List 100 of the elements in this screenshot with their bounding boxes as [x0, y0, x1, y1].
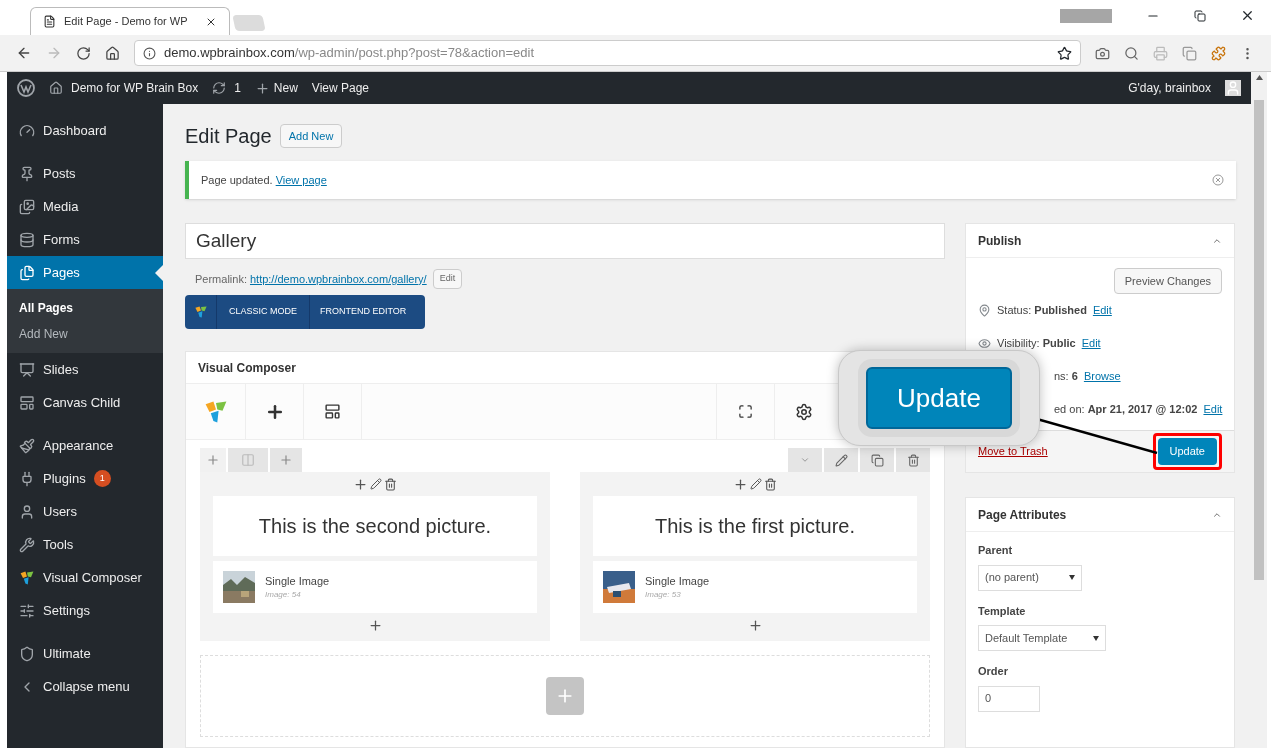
back-icon[interactable]	[16, 45, 32, 61]
sidebar-item[interactable]: Visual Composer	[7, 561, 163, 594]
template-select[interactable]: Default Template	[978, 625, 1106, 651]
add-icon[interactable]	[353, 476, 368, 492]
classic-mode-button[interactable]: CLASSIC MODE	[217, 295, 310, 329]
sidebar-item[interactable]: Dashboard	[7, 114, 163, 147]
sidebar-item[interactable]: Posts	[7, 157, 163, 190]
sidebar-item[interactable]: Collapse menu	[7, 670, 163, 703]
sidebar-item[interactable]: Ultimate	[7, 637, 163, 670]
layout-icon	[19, 394, 35, 411]
submenu-item[interactable]: Add New	[7, 321, 163, 347]
element-title: Single Image	[265, 573, 330, 589]
delete-icon[interactable]	[764, 477, 777, 491]
composer-logo-icon	[19, 569, 35, 586]
notice-text: Page updated. View page	[201, 172, 327, 188]
media-icon	[19, 198, 35, 215]
meta-link[interactable]: Edit	[1081, 335, 1101, 352]
preview-changes-button[interactable]: Preview Changes	[1113, 268, 1222, 294]
settings-icon[interactable]	[794, 402, 813, 421]
greeting-link[interactable]: G'day, brainbox	[1128, 79, 1211, 97]
dashboard-icon	[19, 122, 35, 139]
submenu-item[interactable]: All Pages	[7, 295, 163, 321]
database-icon	[19, 231, 35, 248]
sidebar-item[interactable]: Users	[7, 495, 163, 528]
pin-icon	[978, 304, 991, 317]
settings-icon	[19, 602, 35, 619]
count-badge: 1	[93, 470, 111, 487]
restore-icon[interactable]	[1194, 9, 1206, 22]
meta-text: ns: 6	[1054, 369, 1078, 385]
permalink-link[interactable]: http://demo.wpbrainbox.com/gallery/	[249, 270, 427, 288]
scroll-up-icon[interactable]	[1255, 75, 1263, 80]
address-field[interactable]: demo.wpbrainbox.com/wp-admin/post.php?post=78&action=edit	[134, 40, 1081, 66]
sidebar-item[interactable]: Plugins 1	[7, 462, 163, 495]
sidebar-item[interactable]: Pages	[7, 256, 163, 289]
sidebar-item[interactable]: Appearance	[7, 429, 163, 462]
new-link[interactable]: New	[254, 79, 298, 97]
element-caption: Image: 54	[265, 589, 302, 602]
view-page-link[interactable]: View Page	[311, 79, 369, 97]
bookmark-star-icon[interactable]	[1057, 45, 1072, 61]
field-label: Template	[978, 603, 1027, 619]
delete-icon[interactable]	[906, 453, 920, 467]
user-icon	[19, 503, 35, 520]
sidebar-item[interactable]: Settings	[7, 594, 163, 627]
order-field[interactable]: 0	[978, 685, 1040, 712]
update-button[interactable]: Update	[1157, 438, 1217, 465]
edit-icon[interactable]	[834, 453, 848, 467]
pages-icon	[19, 264, 35, 281]
reload-icon[interactable]	[76, 45, 91, 61]
sidebar-item[interactable]: Media	[7, 190, 163, 223]
sidebar-item[interactable]: Tools	[7, 528, 163, 561]
copy-icon[interactable]	[870, 453, 884, 467]
site-link[interactable]: Demo for WP Brain Box	[49, 79, 199, 97]
add-icon[interactable]	[367, 617, 383, 633]
meta-link[interactable]: Browse	[1083, 368, 1121, 385]
edit-button[interactable]: Edit	[432, 269, 463, 289]
shield-icon	[19, 645, 35, 662]
parent-select[interactable]: (no parent)	[978, 564, 1082, 591]
edit-icon[interactable]	[370, 478, 382, 490]
permalink-label: Permalink:	[195, 271, 247, 287]
url-text: demo.wpbrainbox.com/wp-admin/post.php?post=78&action=edit	[164, 44, 535, 63]
add-icon[interactable]	[733, 476, 748, 492]
browser-tab[interactable]: Edit Page - Demo for WP	[30, 7, 230, 35]
sidebar-item[interactable]: Forms	[7, 223, 163, 256]
dropdown-icon	[1069, 575, 1075, 580]
close-icon[interactable]	[1240, 8, 1255, 23]
edit-icon[interactable]	[750, 478, 762, 490]
page-title: Edit Page	[185, 124, 272, 149]
view-page-link[interactable]: View page	[275, 173, 327, 186]
sidebar-item[interactable]: Slides	[7, 353, 163, 386]
slides-icon	[19, 361, 35, 378]
templates-icon[interactable]	[324, 403, 341, 420]
page-icon	[43, 15, 56, 28]
field-label: Parent	[978, 543, 1014, 558]
frontend-editor-button[interactable]: FRONTEND EDITOR	[310, 295, 417, 329]
scrollbar[interactable]	[1251, 72, 1267, 748]
plug-icon	[19, 470, 35, 487]
element-title: Single Image	[645, 573, 710, 589]
title-field[interactable]: Gallery	[185, 223, 945, 259]
block-text: This is the second picture.	[258, 514, 492, 539]
meta-text: ed on: Apr 21, 2017 @ 12:02	[1054, 402, 1198, 418]
add-icon[interactable]	[747, 617, 763, 633]
meta-link[interactable]: Edit	[1092, 302, 1112, 319]
pin-icon	[19, 165, 35, 182]
extension-icon[interactable]	[1211, 45, 1226, 61]
delete-icon[interactable]	[384, 477, 397, 491]
dismiss-icon[interactable]	[1212, 174, 1224, 186]
copy-icon[interactable]	[1182, 45, 1197, 61]
sidebar-item[interactable]: Canvas Child	[7, 386, 163, 419]
wordpress-logo-icon[interactable]	[17, 79, 35, 97]
trash-link[interactable]: Move to Trash	[978, 443, 1153, 460]
add-new-button[interactable]: Add New	[279, 124, 343, 148]
meta-link[interactable]: Edit	[1203, 401, 1223, 418]
search-icon[interactable]	[1124, 45, 1139, 61]
plus-icon	[254, 80, 270, 96]
home-icon[interactable]	[105, 45, 120, 61]
camera-icon[interactable]	[1095, 45, 1110, 61]
eye-icon	[978, 337, 991, 350]
fullscreen-icon[interactable]	[738, 404, 753, 419]
updates-link[interactable]: 1	[212, 79, 241, 97]
home-icon	[49, 81, 63, 95]
